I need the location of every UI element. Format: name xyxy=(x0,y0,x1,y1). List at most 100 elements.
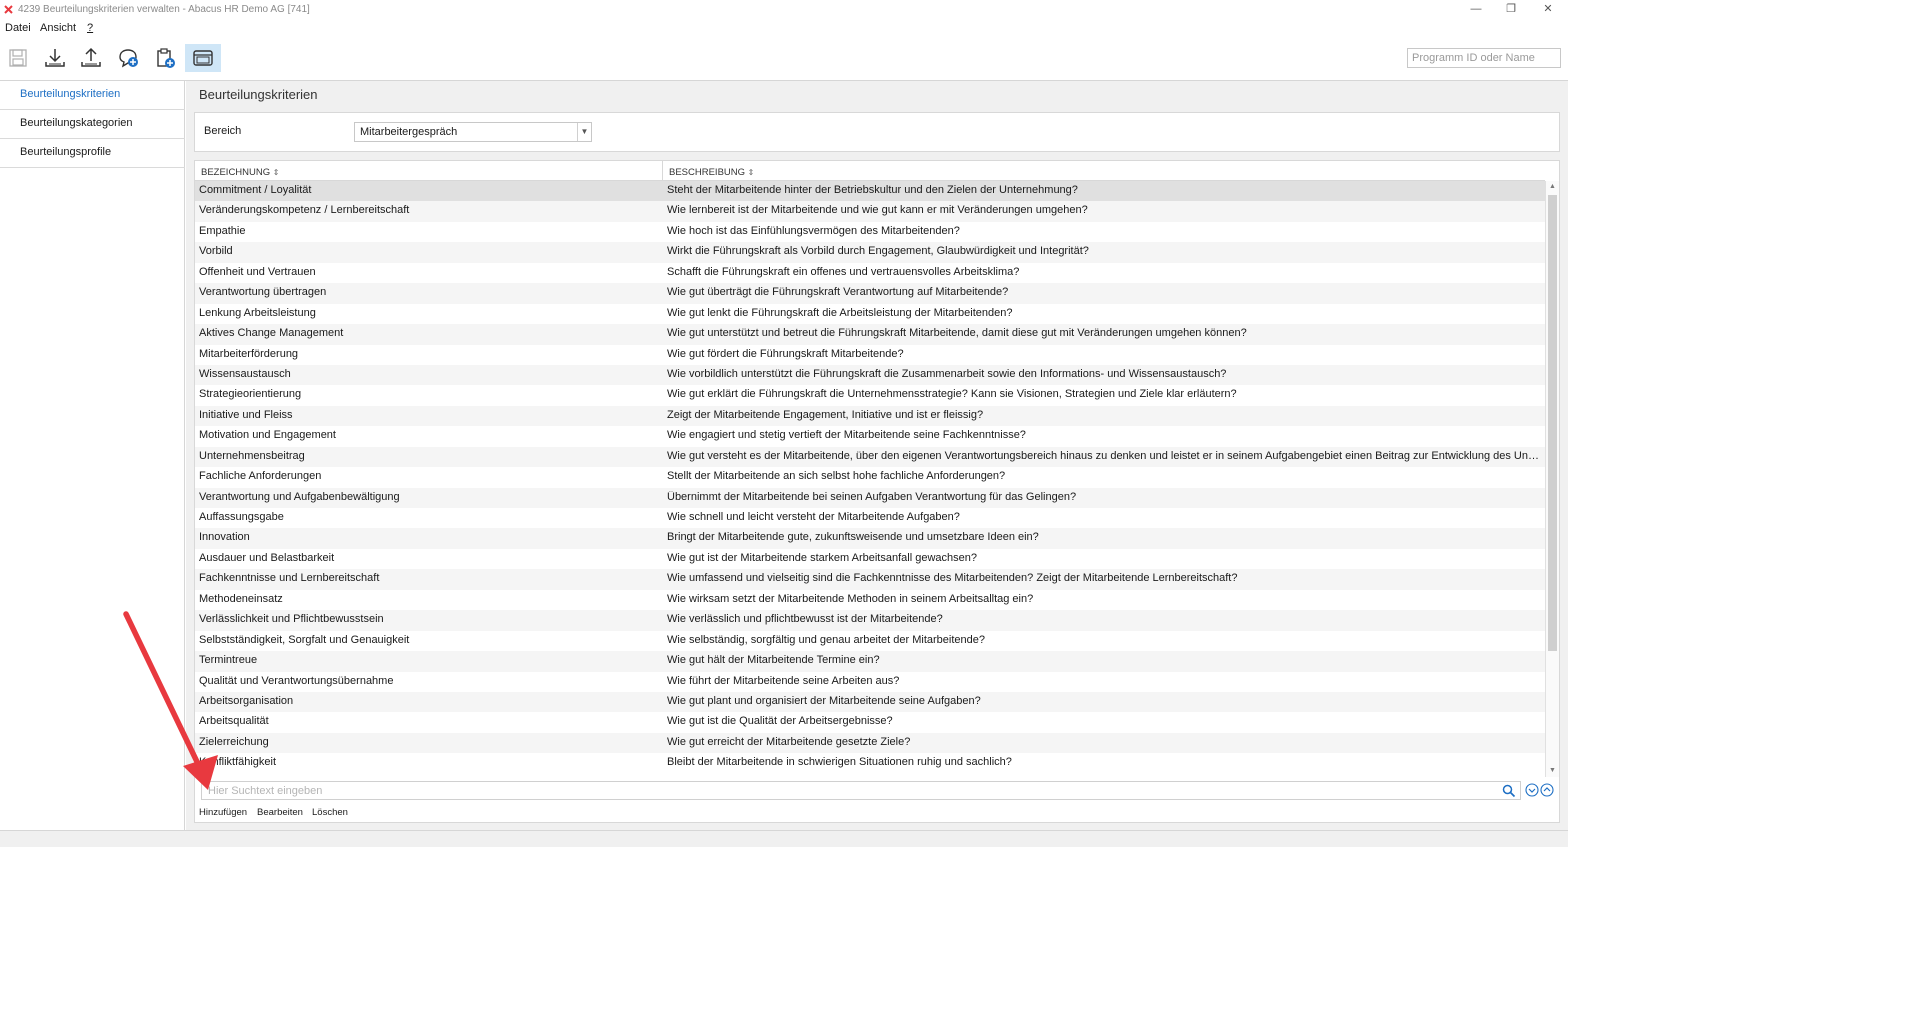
menu-help[interactable]: ? xyxy=(87,22,93,34)
table-row[interactable]: Fachkenntnisse und Lernbereitschaft Wie u… xyxy=(195,569,1545,590)
bereich-label: Bereich xyxy=(204,125,242,137)
window-view-button[interactable] xyxy=(185,44,221,72)
table-row[interactable]: Innovation Bringt der Mitarbeitende gute,… xyxy=(195,528,1545,549)
abacus-logo-icon xyxy=(4,5,13,14)
table-row[interactable]: Motivation und Engagement Wie engagiert u… xyxy=(195,426,1545,446)
delete-button[interactable]: Löschen xyxy=(312,807,348,818)
menu-datei[interactable]: Datei xyxy=(5,22,31,34)
bereich-select[interactable]: Mitarbeitergespräch ▼ xyxy=(354,122,592,142)
table-row[interactable]: Zielerreichung Wie gut erreicht der Mitar… xyxy=(195,732,1545,754)
cell-bezeichnung: Zielerreichung xyxy=(199,735,269,748)
table-row[interactable]: Empathie Wie hoch ist das Einfühlungsverm… xyxy=(195,222,1545,242)
add-comment-button[interactable] xyxy=(112,44,144,72)
table-row[interactable]: Offenheit und Vertrauen Schafft die Führu… xyxy=(195,263,1545,283)
menu-ansicht[interactable]: Ansicht xyxy=(40,22,76,34)
column-header-bezeichnung[interactable]: BEZEICHNUNG ⇕ xyxy=(201,167,280,178)
chevron-down-circle-icon[interactable] xyxy=(1525,783,1539,797)
cell-bezeichnung: Empathie xyxy=(199,224,246,237)
cell-bezeichnung: Veränderungskompetenz / Lernbereitschaft xyxy=(199,204,410,217)
cell-bezeichnung: Fachliche Anforderungen xyxy=(199,470,322,483)
table-row[interactable]: Fachliche Anforderungen Stellt der Mitarb… xyxy=(195,467,1545,487)
cell-beschreibung: Bringt der Mitarbeitende gute, zukunftsw… xyxy=(667,531,1039,544)
cell-bezeichnung: Verantwortung übertragen xyxy=(199,286,327,299)
upload-button[interactable] xyxy=(75,44,107,72)
cell-bezeichnung: Offenheit und Vertrauen xyxy=(199,265,316,278)
table-row[interactable]: Verantwortung übertragen Wie gut überträg… xyxy=(195,283,1545,304)
sort-icon: ⇕ xyxy=(747,168,755,177)
cell-bezeichnung: Strategieorientierung xyxy=(199,388,302,401)
title-bar: 4239 Beurteilungskriterien verwalten - A… xyxy=(0,0,1568,20)
search-icon[interactable] xyxy=(1502,784,1516,798)
save-icon xyxy=(9,49,27,67)
sort-icon: ⇕ xyxy=(272,168,280,177)
table-row[interactable]: Mitarbeiterförderung Wie gut fördert die … xyxy=(195,345,1545,365)
sidebar-item-beurteilungsprofile[interactable]: Beurteilungsprofile xyxy=(0,139,185,168)
table-row[interactable]: Verantwortung und Aufgabenbewältigung Übe… xyxy=(195,487,1545,509)
upload-icon xyxy=(81,47,101,67)
cell-bezeichnung: Verlässlichkeit und Pflichtbewusstsein xyxy=(199,613,384,626)
cell-bezeichnung: Mitarbeiterförderung xyxy=(199,347,299,360)
program-search-input[interactable] xyxy=(1407,48,1561,68)
bereich-select-value: Mitarbeitergespräch xyxy=(360,126,458,138)
column-header-beschreibung[interactable]: BESCHREIBUNG ⇕ xyxy=(669,167,754,178)
cell-beschreibung: Wie vorbildlich unterstützt die Führungs… xyxy=(667,367,1227,380)
search-bar xyxy=(195,780,1559,802)
download-button[interactable] xyxy=(39,44,71,72)
cell-beschreibung: Zeigt der Mitarbeitende Engagement, Init… xyxy=(667,408,984,421)
chevron-down-icon[interactable]: ▼ xyxy=(577,123,591,141)
cell-bezeichnung: Arbeitsqualität xyxy=(199,715,269,728)
cell-bezeichnung: Commitment / Loyalität xyxy=(199,184,312,196)
table-row[interactable]: Veränderungskompetenz / Lernbereitschaft… xyxy=(195,201,1545,222)
cell-beschreibung: Stellt der Mitarbeitende an sich selbst … xyxy=(667,470,1006,483)
scroll-down-icon[interactable]: ▼ xyxy=(1546,765,1559,777)
table-row[interactable]: Verlässlichkeit und Pflichtbewusstsein Wi… xyxy=(195,610,1545,631)
table-row[interactable]: Aktives Change Management Wie gut unterst… xyxy=(195,324,1545,345)
table-row[interactable]: Commitment / Loyalität Steht der Mitarbei… xyxy=(195,181,1545,202)
cell-beschreibung: Wie gut ist der Mitarbeitende starkem Ar… xyxy=(667,551,977,564)
cell-beschreibung: Wie gut plant und organisiert der Mitarb… xyxy=(667,695,981,707)
cell-bezeichnung: Motivation und Engagement xyxy=(199,429,336,442)
cell-beschreibung: Bleibt der Mitarbeitende in schwierigen … xyxy=(667,756,1012,769)
cell-bezeichnung: Initiative und Fleiss xyxy=(199,408,293,421)
table-row[interactable]: Strategieorientierung Wie gut erklärt die… xyxy=(195,385,1545,405)
table-row[interactable]: Initiative und Fleiss Zeigt der Mitarbeit… xyxy=(195,405,1545,427)
add-clipboard-button[interactable] xyxy=(149,44,181,72)
table-row[interactable]: Termintreue Wie gut hält der Mitarbeitend… xyxy=(195,651,1545,672)
sidebar: Beurteilungskriterien Beurteilungskatego… xyxy=(0,81,185,830)
table-row[interactable]: Ausdauer und Belastbarkeit Wie gut ist de… xyxy=(195,549,1545,569)
vertical-scrollbar[interactable]: ▲ ▼ xyxy=(1545,181,1559,777)
cell-beschreibung: Wie gut ist die Qualität der Arbeitserge… xyxy=(667,715,893,728)
table-header: BEZEICHNUNG ⇕ BESCHREIBUNG ⇕ xyxy=(195,161,1545,181)
minimize-button[interactable]: — xyxy=(1456,0,1496,20)
chevron-up-circle-icon[interactable] xyxy=(1540,783,1554,797)
column-divider[interactable] xyxy=(662,161,663,181)
cell-bezeichnung: Termintreue xyxy=(199,654,258,667)
cell-bezeichnung: Aktives Change Management xyxy=(199,327,344,340)
search-input[interactable] xyxy=(201,781,1521,800)
close-button[interactable]: ✕ xyxy=(1528,0,1568,20)
restore-button[interactable]: ❐ xyxy=(1491,0,1531,20)
sidebar-item-beurteilungskriterien[interactable]: Beurteilungskriterien xyxy=(0,81,185,110)
table-row[interactable]: Auffassungsgabe Wie schnell und leicht ve… xyxy=(195,508,1545,528)
table-row[interactable]: Methodeneinsatz Wie wirksam setzt der Mit… xyxy=(195,590,1545,610)
table-row[interactable]: Vorbild Wirkt die Führungskraft als Vorbi… xyxy=(195,242,1545,263)
page-title: Beurteilungskriterien xyxy=(199,87,318,102)
table-row[interactable]: Arbeitsqualität Wie gut ist die Qualität … xyxy=(195,712,1545,732)
table-row[interactable]: Lenkung Arbeitsleistung Wie gut lenkt die… xyxy=(195,304,1545,324)
table-row[interactable]: Selbstständigkeit, Sorgfalt und Genauigk… xyxy=(195,631,1545,651)
table-row[interactable]: Arbeitsorganisation Wie gut plant und org… xyxy=(195,692,1545,713)
save-button[interactable] xyxy=(2,44,34,72)
table-row[interactable]: Wissensaustausch Wie vorbildlich unterstü… xyxy=(195,364,1545,386)
table-row[interactable]: Konfliktfähigkeit Bleibt der Mitarbeitend… xyxy=(195,753,1545,773)
table-row[interactable]: Qualität und Verantwortungsübernahme Wie … xyxy=(195,672,1545,692)
table-row[interactable]: Unternehmensbeitrag Wie gut versteht es d… xyxy=(195,446,1545,468)
sidebar-item-beurteilungskategorien[interactable]: Beurteilungskategorien xyxy=(0,110,185,139)
cell-beschreibung: Schafft die Führungskraft ein offenes un… xyxy=(667,265,1020,278)
cell-beschreibung: Wie engagiert und stetig vertieft der Mi… xyxy=(667,429,1026,442)
cell-bezeichnung: Lenkung Arbeitsleistung xyxy=(199,306,316,319)
add-button[interactable]: Hinzufügen xyxy=(199,807,247,818)
scroll-up-icon[interactable]: ▲ xyxy=(1546,181,1559,193)
scrollbar-thumb[interactable] xyxy=(1548,195,1557,651)
cell-bezeichnung: Auffassungsgabe xyxy=(199,511,284,524)
edit-button[interactable]: Bearbeiten xyxy=(257,807,303,818)
